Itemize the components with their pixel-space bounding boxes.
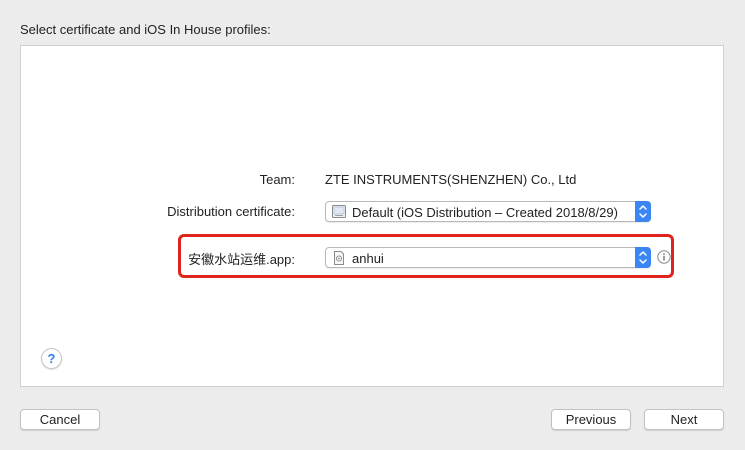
previous-button[interactable]: Previous — [551, 409, 631, 430]
cancel-button[interactable]: Cancel — [20, 409, 100, 430]
team-value: ZTE INSTRUMENTS(SHENZHEN) Co., Ltd — [325, 172, 577, 187]
distribution-certificate-popup[interactable]: Default (iOS Distribution – Created 2018… — [325, 201, 651, 222]
options-panel: Team: ZTE INSTRUMENTS(SHENZHEN) Co., Ltd… — [20, 45, 724, 387]
team-label: Team: — [259, 172, 295, 187]
up-down-chevron-icon[interactable] — [635, 247, 651, 268]
header-title: Select certificate and iOS In House prof… — [20, 22, 271, 37]
provisioning-profile-icon — [332, 251, 346, 265]
certificate-icon — [332, 205, 346, 218]
app-profile-popup[interactable]: anhui — [325, 247, 651, 268]
info-icon[interactable] — [657, 250, 671, 264]
app-profile-label: 安徽水站运维.app: — [188, 252, 295, 267]
next-button[interactable]: Next — [644, 409, 724, 430]
distribution-certificate-value: Default (iOS Distribution – Created 2018… — [352, 205, 618, 220]
distribution-certificate-label: Distribution certificate: — [167, 204, 295, 219]
up-down-chevron-icon[interactable] — [635, 201, 651, 222]
app-profile-value: anhui — [352, 251, 384, 266]
help-button[interactable]: ? — [41, 348, 62, 369]
